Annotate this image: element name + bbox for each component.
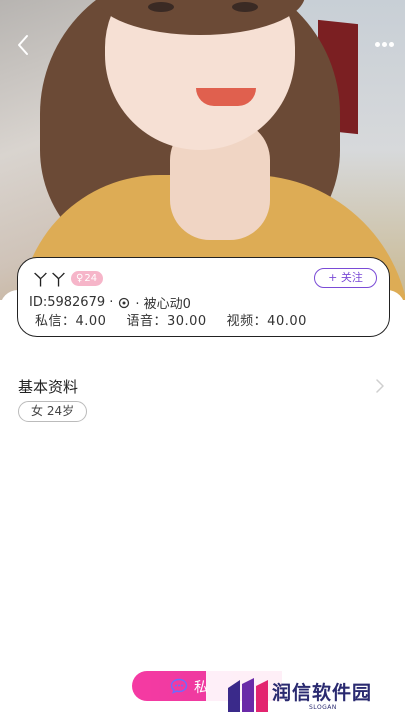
photo-eye-left bbox=[148, 2, 174, 12]
gender-age-tag: 女 24岁 bbox=[18, 401, 88, 422]
watermark-brand: 润信软件园 bbox=[272, 682, 373, 704]
follow-button[interactable]: + 关注 bbox=[314, 268, 377, 288]
profile-photo[interactable] bbox=[0, 0, 405, 300]
photo-lips bbox=[196, 88, 256, 106]
basic-info-title: 基本资料 bbox=[18, 378, 79, 396]
chevron-left-icon bbox=[18, 35, 28, 55]
back-button[interactable] bbox=[10, 32, 36, 58]
voice-price: 语音：30.00 bbox=[126, 314, 207, 329]
watermark-logo-icon bbox=[228, 678, 268, 712]
profile-name: ㄚㄚ bbox=[32, 271, 68, 291]
more-dots-icon bbox=[374, 41, 380, 47]
chevron-right-icon[interactable] bbox=[374, 378, 386, 394]
more-dot bbox=[388, 41, 394, 47]
watermark-slogan: SLOGAN bbox=[309, 704, 337, 711]
location-pin-icon bbox=[117, 296, 131, 310]
gender-female-icon: ♀ bbox=[76, 273, 84, 284]
watermark: 润信软件园 SLOGAN bbox=[206, 662, 405, 720]
age-badge-value: 24 bbox=[84, 273, 98, 284]
age-badge: ♀ 24 bbox=[71, 271, 104, 286]
more-dot bbox=[381, 41, 387, 47]
profile-card: ㄚㄚ ♀ 24 + 关注 ID:5982679 · · 被心动0 私信：4.00… bbox=[17, 257, 390, 337]
content-sheet bbox=[0, 290, 405, 720]
more-button[interactable] bbox=[370, 36, 398, 52]
user-id: ID:5982679 · bbox=[29, 295, 114, 310]
video-price: 视频：40.00 bbox=[226, 314, 307, 329]
chat-bubble-icon bbox=[170, 678, 188, 694]
price-line: 私信：4.00 语音：30.00 视频：40.00 bbox=[35, 310, 307, 329]
photo-eye-right bbox=[232, 2, 258, 12]
message-price: 私信：4.00 bbox=[35, 314, 107, 329]
